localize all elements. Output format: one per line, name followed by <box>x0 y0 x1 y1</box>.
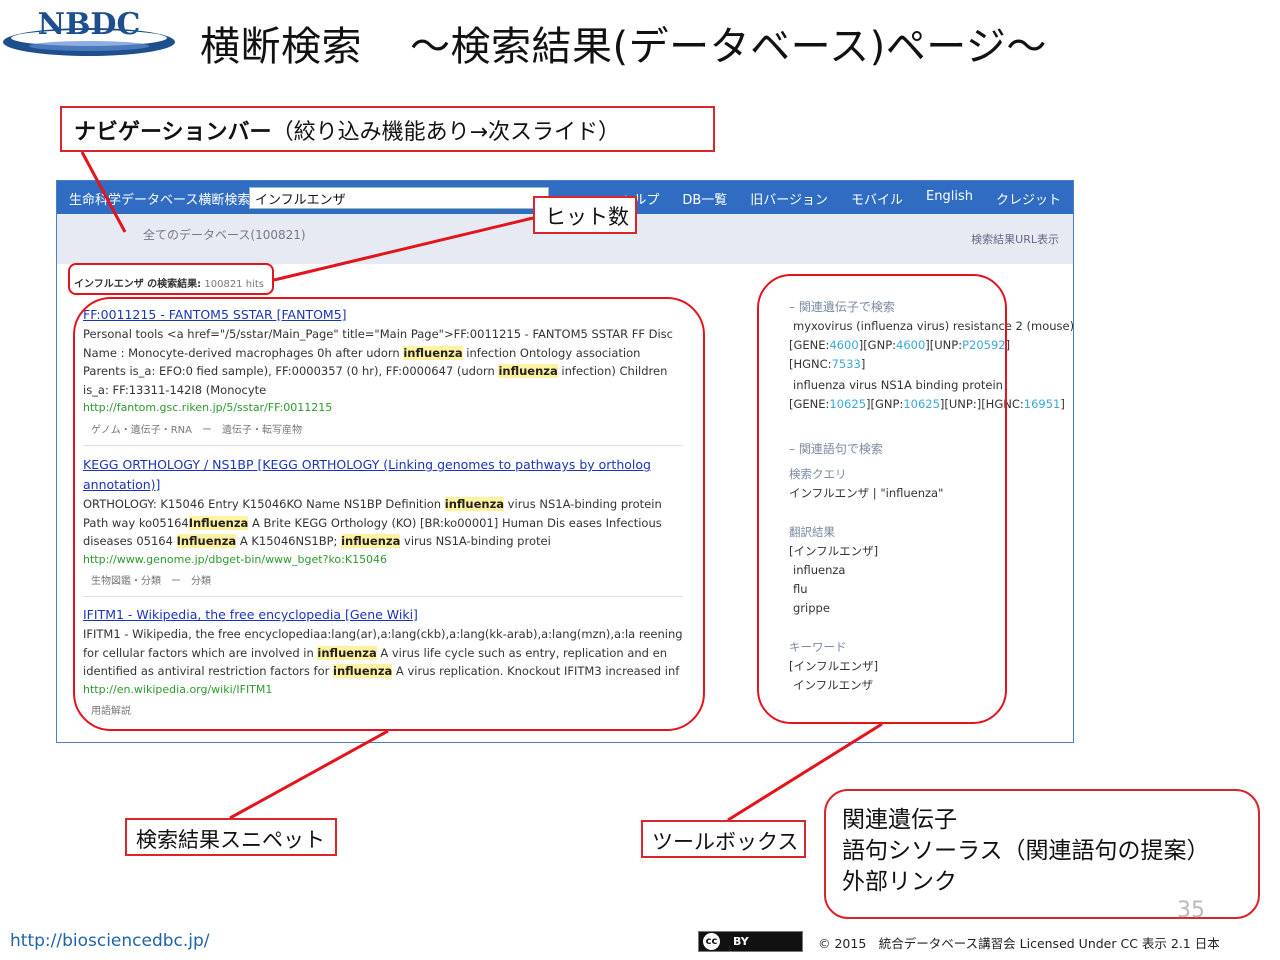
slide-title: 横断検索 ～検索結果(データベース)ページ～ <box>200 14 1047 72</box>
search-input[interactable] <box>249 187 549 209</box>
nav-link-mobile[interactable]: モバイル <box>851 189 903 208</box>
page-number: 35 <box>1177 898 1205 923</box>
copyright-notice: © 2015 統合データベース講習会 Licensed Under CC 表示 … <box>818 936 1220 951</box>
feature-item: 語句シソーラス（関連語句の提案） <box>842 838 1210 864</box>
title-main: 横断検索 <box>200 24 362 70</box>
nbdc-logo: NBDC <box>3 7 175 56</box>
toolbox-callout: ツールボックス <box>641 820 806 858</box>
feature-item: 外部リンク <box>842 869 957 895</box>
hgnc-id-link[interactable]: 16951 <box>1024 397 1061 411</box>
nav-link-db-list[interactable]: DB一覧 <box>682 189 727 208</box>
cc-icon: cc <box>703 933 720 950</box>
hit-count-highlight <box>68 263 274 295</box>
navbar-callout-note: （絞り込み機能あり→次スライド） <box>271 120 620 145</box>
nav-link-credit[interactable]: クレジット <box>996 189 1061 208</box>
nav-link-english[interactable]: English <box>926 189 973 208</box>
hit-count-callout: ヒット数 <box>533 196 637 234</box>
all-databases-filter[interactable]: 全てのデータベース(100821) <box>143 226 306 243</box>
logo-text: NBDC <box>38 7 141 42</box>
cc-by-label: BY <box>733 935 749 948</box>
show-result-url-link[interactable]: 検索結果URL表示 <box>971 231 1059 247</box>
navbar-callout-title: ナビゲーションバー <box>74 120 272 145</box>
navbar-callout: ナビゲーションバー（絞り込み機能あり→次スライド） <box>60 106 715 152</box>
site-brand[interactable]: 生命科学データベース横断検索 <box>69 189 250 208</box>
site-url-link[interactable]: http://biosciencedbc.jp/ <box>10 931 210 951</box>
feature-item: 関連遺伝子 <box>842 807 957 833</box>
snippet-connector <box>229 729 389 820</box>
cc-license-badge: cc BY <box>698 931 803 952</box>
nav-link-old-version[interactable]: 旧バージョン <box>750 189 828 208</box>
toolbox-highlight <box>757 274 1007 724</box>
title-sub: ～検索結果(データベース)ページ～ <box>410 24 1047 70</box>
nav-links: ヘルプ DB一覧 旧バージョン モバイル English クレジット <box>620 189 1061 208</box>
snippet-callout: 検索結果スニペット <box>125 818 337 856</box>
snippet-highlight <box>73 297 705 731</box>
